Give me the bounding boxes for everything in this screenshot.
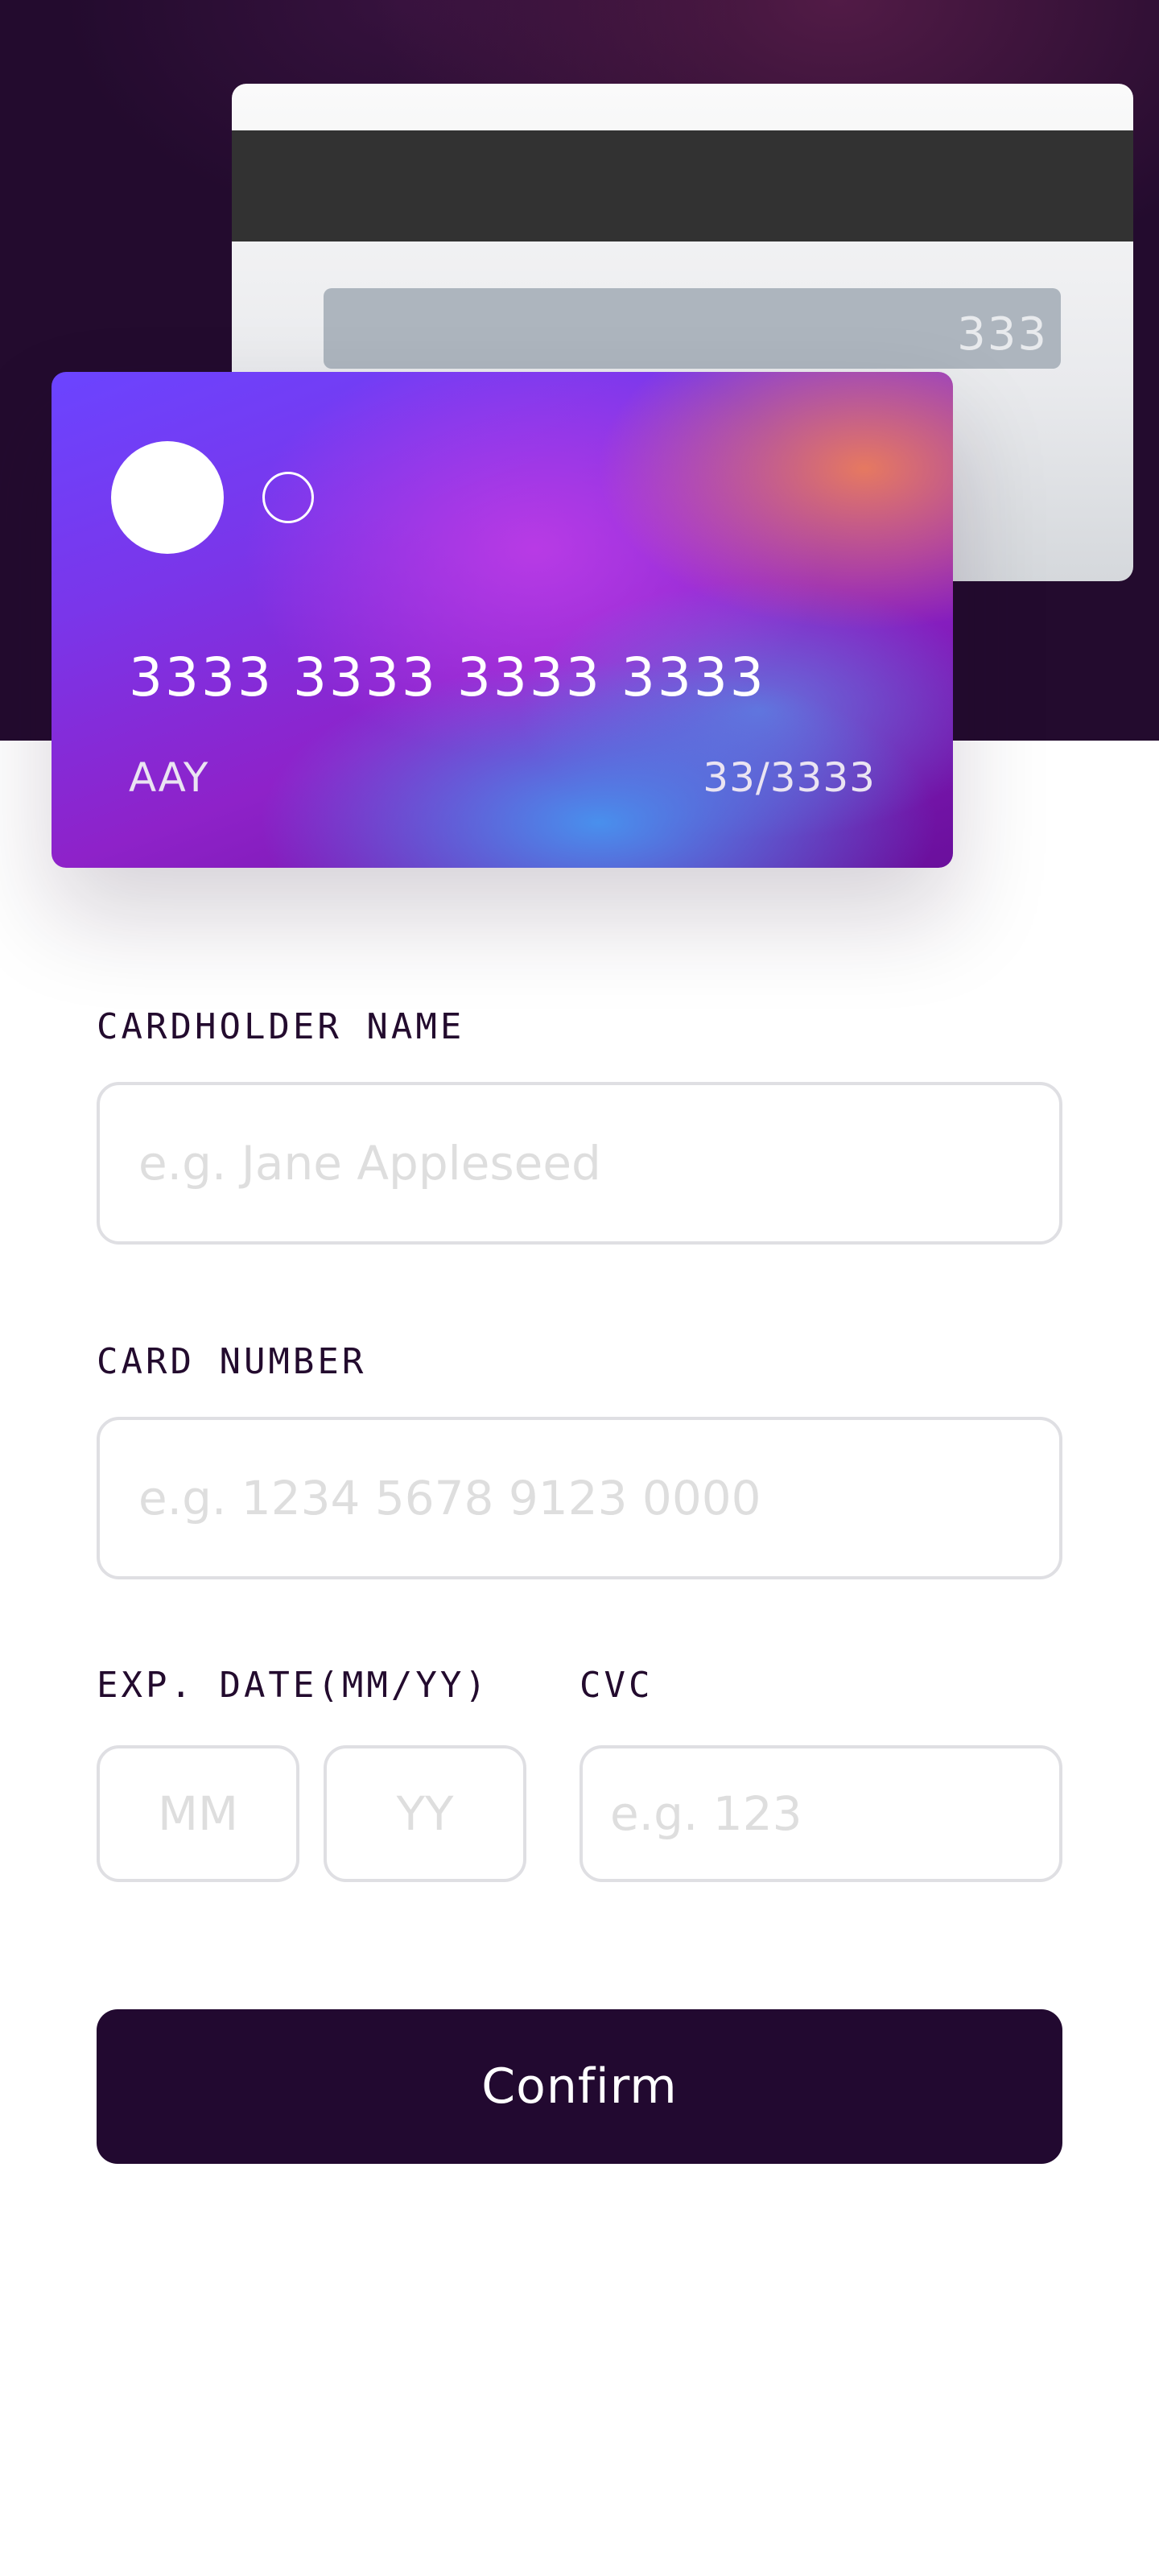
exp-month-input[interactable]	[97, 1745, 299, 1882]
magnetic-stripe	[232, 130, 1133, 242]
confirm-button[interactable]: Confirm	[97, 2009, 1062, 2164]
page: 333 3333 3333 3333 3333 AAY 33/3333 CARD…	[0, 0, 1159, 2576]
card-logo-filled-circle-icon	[111, 441, 224, 554]
card-logo-outline-circle-icon	[262, 472, 314, 523]
cvc-label: CVC	[580, 1665, 654, 1706]
card-number-label: CARD NUMBER	[97, 1341, 367, 1382]
card-front: 3333 3333 3333 3333 AAY 33/3333	[52, 372, 953, 868]
signature-panel: 333	[324, 288, 1061, 369]
card-number-input[interactable]	[97, 1417, 1062, 1579]
cardholder-name-input[interactable]	[97, 1082, 1062, 1245]
exp-date-label: EXP. DATE(MM/YY)	[97, 1665, 489, 1706]
exp-year-input[interactable]	[324, 1745, 526, 1882]
card-expiry-display: 33/3333	[703, 754, 876, 801]
cvc-input[interactable]	[580, 1745, 1062, 1882]
card-back-cvc: 333	[957, 308, 1048, 361]
cardholder-name-display: AAY	[129, 754, 209, 801]
card-number-display: 3333 3333 3333 3333	[129, 646, 766, 708]
cardholder-name-label: CARDHOLDER NAME	[97, 1006, 465, 1047]
